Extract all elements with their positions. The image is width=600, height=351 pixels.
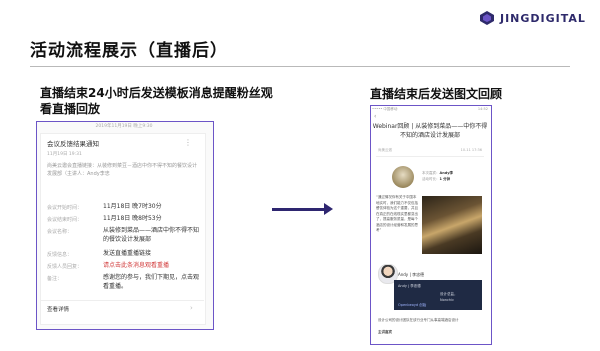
lamp-image: [392, 166, 414, 188]
right-caption: 直播结束后发送图文回顾: [370, 87, 503, 101]
card-title: 会议反馈结果通知: [47, 140, 99, 148]
restaurant-photo: [422, 196, 482, 254]
row-label: 反馈信息：: [47, 252, 73, 258]
speaker-name: Andy | 李忠德: [398, 272, 425, 277]
speaker-box-name: Andy | 李忠德: [398, 284, 421, 288]
card-time: 11月19日 19:31: [47, 152, 82, 157]
row-label: 反馈人员回复：: [47, 264, 83, 270]
article-date: 10-11 17:36: [460, 148, 482, 152]
speaker-bio: 设计公司的设计团队在该行业专门从事高端酒店设计: [378, 318, 459, 322]
row-value: 从装修到菜品——酒店中你不得不知的餐饮设计发展部: [103, 227, 200, 243]
message-date: 2019年11月19日 晚上9:30: [95, 124, 153, 129]
brand-logo: JINGDIGITAL: [480, 10, 590, 26]
card-description: 尚美云邀会直播链接：从装修到菜豆－酒店中你不得不知的餐饮设计发展部（主讲人：An…: [47, 163, 198, 177]
speaker-box-role: 设计总监，: [440, 292, 458, 296]
speaker-heading: 主讲嘉宾: [378, 330, 392, 334]
flow-arrow-line: [272, 208, 326, 211]
clock-text: 14:52: [477, 107, 488, 111]
left-caption: 直播结束24小时后发送模板消息提醒粉丝观看直播回放: [40, 86, 273, 116]
article-meta: 尚美云邀 10-11 17:36: [378, 148, 482, 153]
article-quote: “通过情况你有关于中国本地实时，我们能力不仅包括餐饮体验为这个重要，并且在真正的…: [376, 195, 418, 232]
article-divider: [376, 156, 484, 157]
speaker-box-title: Openbeoyd 创始: [398, 303, 427, 307]
row-value: 11月18日 晚7时30分: [103, 203, 162, 210]
duration-label: 活动时长：: [422, 177, 440, 181]
row-value: 感谢您的参与，我们下期见，点击观看重播。: [103, 274, 200, 290]
title-divider: [30, 66, 570, 67]
guest-label: 本次嘉宾：: [422, 171, 440, 175]
logo-mark-icon: [480, 11, 494, 25]
article-title: Webinar回顾 | 从装修到菜品——中你不得不知的酒店设计发展部: [372, 123, 488, 139]
more-icon[interactable]: ⋮: [184, 139, 192, 151]
view-details-link[interactable]: 查看详情: [47, 305, 69, 313]
row-value: 11月18日 晚8时53分: [103, 215, 162, 222]
event-info: 本次嘉宾：Andy李 活动时长：1 分钟: [422, 170, 453, 182]
row-value: 发送直播重播链接: [103, 250, 152, 257]
row-label: 会议名称：: [47, 229, 73, 235]
duration-value: 1 分钟: [439, 177, 451, 181]
article-author[interactable]: 尚美云邀: [378, 148, 392, 153]
brand-name: JINGDIGITAL: [500, 11, 586, 25]
row-label: 备注：: [47, 276, 63, 282]
row-value-highlight[interactable]: 请点击此条消息观看重播: [103, 261, 169, 270]
speaker-box-company: Nonchic: [440, 298, 455, 302]
card-divider: [40, 300, 204, 301]
back-icon[interactable]: ‹: [374, 113, 376, 120]
chevron-right-icon: ›: [190, 304, 193, 312]
guest-name: Andy李: [439, 171, 454, 175]
row-label: 会议结束时间：: [47, 217, 83, 223]
slide-title: 活动流程展示（直播后）: [30, 41, 228, 61]
phone-status-bar: ••••• 中国移动 14:52: [372, 107, 488, 113]
row-label: 会议开始时间：: [47, 205, 83, 211]
arrow-right-icon: [324, 203, 333, 215]
